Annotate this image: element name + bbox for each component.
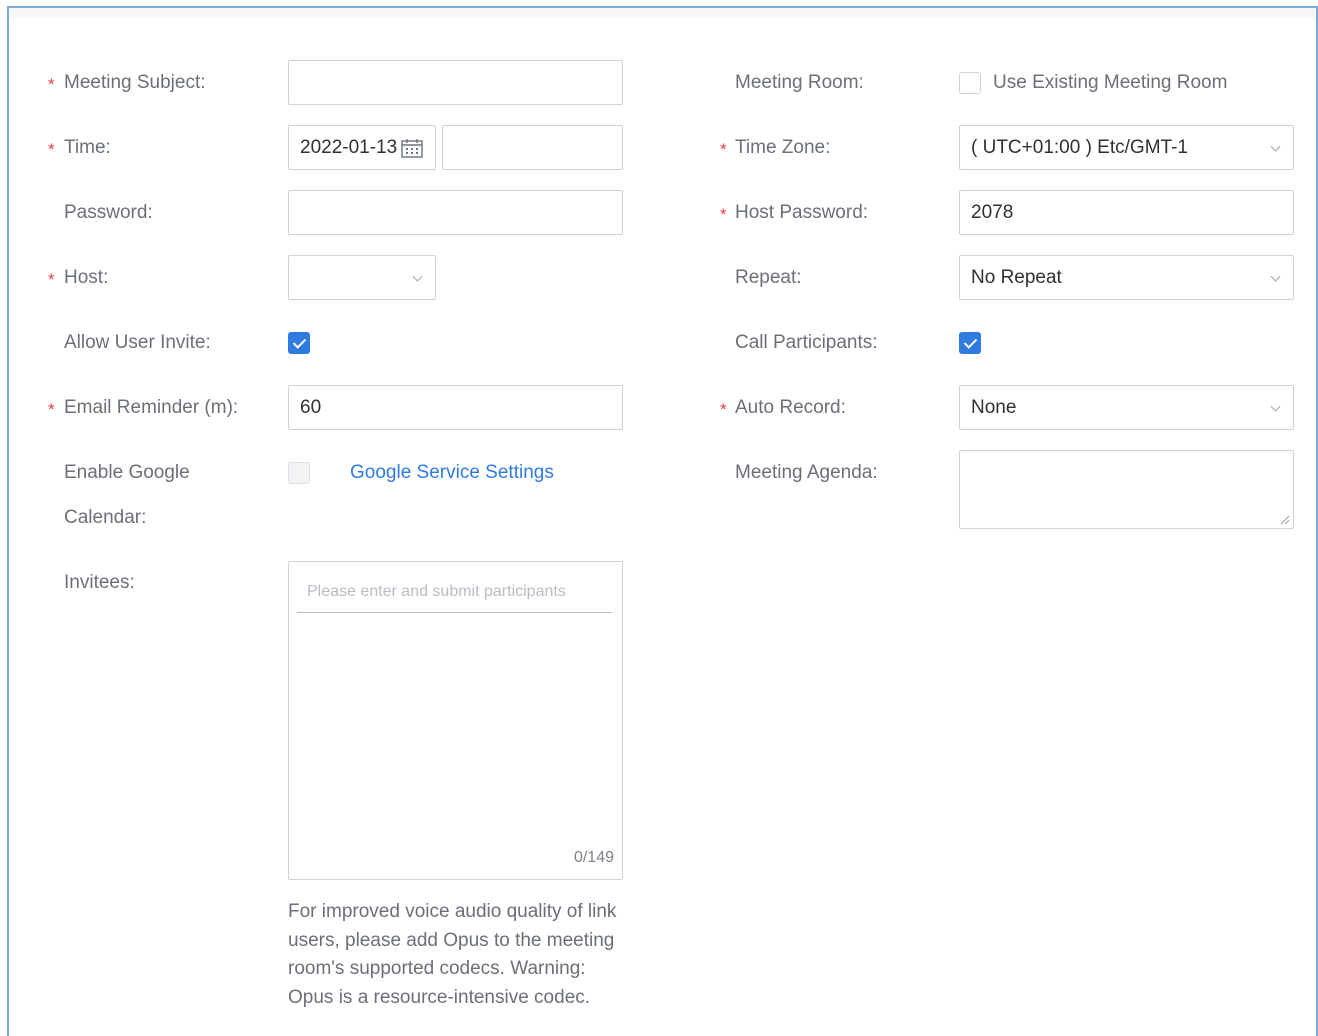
use-existing-room-checkbox[interactable] xyxy=(959,72,981,94)
chevron-down-icon xyxy=(1270,141,1281,152)
chevron-down-icon xyxy=(1270,271,1281,282)
meeting-agenda-textarea[interactable] xyxy=(959,450,1294,529)
email-reminder-input[interactable]: 60 xyxy=(288,385,623,430)
invitees-box[interactable]: Please enter and submit participants 0/1… xyxy=(288,561,623,880)
required-marker: * xyxy=(720,205,727,224)
date-picker-input[interactable]: 2022-01-13 xyxy=(288,125,436,170)
resize-handle-icon[interactable] xyxy=(1280,515,1290,525)
email-reminder-label: Email Reminder (m): xyxy=(64,397,239,418)
google-service-settings-link[interactable]: Google Service Settings xyxy=(350,463,554,482)
chevron-down-icon xyxy=(1270,401,1281,412)
required-marker: * xyxy=(48,75,55,94)
repeat-label: Repeat: xyxy=(735,267,802,288)
invitees-input[interactable]: Please enter and submit participants xyxy=(307,583,566,601)
password-input[interactable] xyxy=(288,190,623,235)
required-marker: * xyxy=(720,140,727,159)
auto-record-label: Auto Record: xyxy=(735,397,846,418)
time-label: Time: xyxy=(64,137,111,158)
invitees-count: 0/149 xyxy=(573,849,614,866)
invitees-input-underline xyxy=(297,612,612,613)
calendar-icon[interactable] xyxy=(401,138,423,158)
allow-user-invite-checkbox[interactable] xyxy=(288,332,310,354)
host-password-label: Host Password: xyxy=(735,202,869,223)
required-marker: * xyxy=(48,270,55,289)
host-password-input[interactable]: 2078 xyxy=(959,190,1294,235)
time-picker-input[interactable] xyxy=(442,125,623,170)
host-select[interactable] xyxy=(288,255,436,300)
required-marker: * xyxy=(720,400,727,419)
time-zone-value: ( UTC+01:00 ) Etc/GMT-1 xyxy=(971,136,1188,158)
auto-record-select[interactable]: None xyxy=(959,385,1294,430)
time-zone-select[interactable]: ( UTC+01:00 ) Etc/GMT-1 xyxy=(959,125,1294,170)
allow-user-invite-label: Allow User Invite: xyxy=(64,332,211,353)
google-calendar-checkbox[interactable] xyxy=(288,462,310,484)
password-label: Password: xyxy=(64,202,153,223)
date-value: 2022-01-13 xyxy=(300,136,398,158)
host-label: Host: xyxy=(64,267,109,288)
required-marker: * xyxy=(48,400,55,419)
google-calendar-label-cont: Calendar: xyxy=(64,507,147,528)
auto-record-value: None xyxy=(971,396,1017,418)
opus-codec-note: For improved voice audio quality of link… xyxy=(288,901,617,1008)
meeting-agenda-label: Meeting Agenda: xyxy=(735,462,878,483)
chevron-down-icon xyxy=(412,271,423,282)
required-marker: * xyxy=(48,140,55,159)
google-calendar-label: Enable Google xyxy=(64,462,190,483)
meeting-subject-label: Meeting Subject: xyxy=(64,72,206,93)
meeting-room-label: Meeting Room: xyxy=(735,72,864,93)
repeat-value: No Repeat xyxy=(971,266,1062,288)
call-participants-checkbox[interactable] xyxy=(959,332,981,354)
form-frame-header xyxy=(9,8,1315,18)
invitees-label: Invitees: xyxy=(64,572,135,593)
call-participants-label: Call Participants: xyxy=(735,332,878,353)
repeat-select[interactable]: No Repeat xyxy=(959,255,1294,300)
time-zone-label: Time Zone: xyxy=(735,137,831,158)
meeting-subject-input[interactable] xyxy=(288,60,623,105)
use-existing-room-label[interactable]: Use Existing Meeting Room xyxy=(993,73,1227,92)
